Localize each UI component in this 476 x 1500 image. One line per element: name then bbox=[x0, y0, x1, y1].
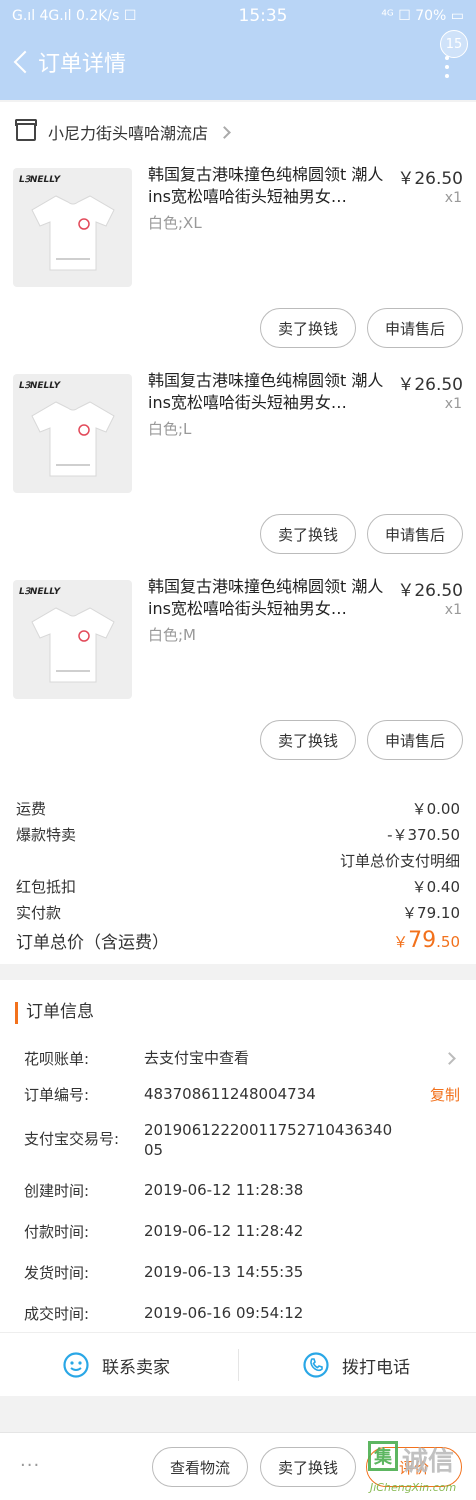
view-logistics-button[interactable]: 查看物流 bbox=[152, 1447, 248, 1487]
after-sales-button[interactable]: 申请售后 bbox=[367, 720, 463, 760]
shipped-time-value: 2019-06-13 14:55:35 bbox=[144, 1263, 304, 1281]
battery-indicator: ⁴ᴳ ☐ 70% ▭ bbox=[381, 8, 464, 24]
product-title[interactable]: 韩国复古港味撞色纯棉圆领t 潮人ins宽松嘻哈街头短袖男女… bbox=[148, 576, 384, 620]
paid-label: 实付款 bbox=[16, 904, 62, 922]
huabei-link[interactable]: 去支付宝中查看 bbox=[144, 1048, 394, 1068]
paid-time-value: 2019-06-12 11:28:42 bbox=[144, 1222, 304, 1240]
status-time: 15:35 bbox=[238, 6, 288, 26]
chevron-right-icon bbox=[443, 1052, 456, 1065]
more-menu-icon[interactable] bbox=[444, 56, 450, 78]
watermark-logo: 集 诚信 JiChengXin.com bbox=[368, 1441, 472, 1497]
total-decimal: .50 bbox=[436, 933, 460, 951]
product-sku: 白色;XL bbox=[148, 214, 202, 232]
total-integer: 79 bbox=[408, 928, 437, 953]
sell-button[interactable]: 卖了换钱 bbox=[260, 514, 356, 554]
nav-bar: 订单详情 15 bbox=[0, 30, 476, 92]
watermark-text: 诚信 bbox=[402, 1447, 455, 1477]
copy-button[interactable]: 复制 bbox=[430, 1084, 460, 1105]
tshirt-icon bbox=[30, 194, 115, 270]
product-sku: 白色;L bbox=[148, 420, 192, 438]
product-brand-label: ԼꞫNELLY bbox=[19, 175, 61, 185]
watermark-mark: 集 bbox=[368, 1441, 398, 1471]
shop-name: 小尼力街头嘻哈潮流店 bbox=[48, 124, 209, 143]
product-quantity: x1 bbox=[444, 396, 462, 412]
order-info-heading: 订单信息 bbox=[15, 1002, 94, 1024]
page-title: 订单详情 bbox=[38, 52, 127, 77]
alipay-trade-value: 20190612220011752710436340 05 bbox=[144, 1121, 393, 1159]
paid-time-label: 付款时间: bbox=[24, 1223, 90, 1241]
created-time-value: 2019-06-12 11:28:38 bbox=[144, 1181, 304, 1199]
message-badge[interactable]: 15 bbox=[440, 30, 468, 58]
sell-button[interactable]: 卖了换钱 bbox=[260, 1447, 356, 1487]
phone-icon bbox=[303, 1352, 329, 1378]
product-price: ￥26.50 bbox=[397, 375, 463, 395]
product-sku: 白色;M bbox=[148, 626, 196, 644]
payment-detail-link[interactable]: 订单总价支付明细 bbox=[340, 850, 460, 871]
shipping-value: ￥0.00 bbox=[411, 800, 460, 818]
total-label: 订单总价（含运费） bbox=[16, 933, 169, 953]
product-title[interactable]: 韩国复古港味撞色纯棉圆领t 潮人ins宽松嘻哈街头短袖男女… bbox=[148, 370, 384, 414]
product-quantity: x1 bbox=[444, 190, 462, 206]
call-button[interactable]: 拨打电话 bbox=[302, 1333, 410, 1397]
after-sales-button[interactable]: 申请售后 bbox=[367, 514, 463, 554]
watermark-url: JiChengXin.com bbox=[370, 1481, 457, 1494]
status-bar: G.ıl 4G.ıl 0.2K/s ☐ 15:35 ⁴ᴳ ☐ 70% ▭ bbox=[0, 0, 476, 32]
back-button[interactable] bbox=[4, 42, 38, 82]
divider bbox=[238, 1349, 239, 1381]
sell-button[interactable]: 卖了换钱 bbox=[260, 720, 356, 760]
product-image[interactable]: ԼꞫNELLY bbox=[13, 168, 132, 287]
product-brand-label: ԼꞫNELLY bbox=[19, 381, 61, 391]
total-currency: ￥ bbox=[393, 933, 409, 951]
back-arrow-icon bbox=[13, 50, 37, 74]
chevron-right-icon bbox=[218, 125, 231, 139]
tshirt-icon bbox=[30, 400, 115, 476]
app-header: G.ıl 4G.ıl 0.2K/s ☐ 15:35 ⁴ᴳ ☐ 70% ▭ 订单详… bbox=[0, 0, 476, 100]
signal-indicators: G.ıl 4G.ıl 0.2K/s ☐ bbox=[12, 8, 137, 24]
redpacket-label: 红包抵扣 bbox=[16, 878, 77, 896]
order-number-value: 483708611248004734 bbox=[144, 1085, 316, 1103]
sell-button[interactable]: 卖了换钱 bbox=[260, 308, 356, 348]
redpacket-value: ￥0.40 bbox=[411, 878, 460, 896]
contact-seller-button[interactable]: 联系卖家 bbox=[62, 1333, 170, 1397]
product-title[interactable]: 韩国复古港味撞色纯棉圆领t 潮人ins宽松嘻哈街头短袖男女… bbox=[148, 164, 384, 208]
total-value: ￥79.50 bbox=[393, 928, 460, 953]
tshirt-icon bbox=[30, 606, 115, 682]
more-actions-button[interactable]: ··· bbox=[20, 1455, 40, 1476]
shipped-time-label: 发货时间: bbox=[24, 1264, 90, 1282]
product-image[interactable]: ԼꞫNELLY bbox=[13, 374, 132, 493]
order-item[interactable]: ԼꞫNELLY 韩国复古港味撞色纯棉圆领t 潮人ins宽松嘻哈街头短袖男女… 白… bbox=[0, 162, 476, 368]
created-time-label: 创建时间: bbox=[24, 1182, 90, 1200]
contact-seller-label: 联系卖家 bbox=[102, 1357, 170, 1378]
call-label: 拨打电话 bbox=[342, 1357, 410, 1378]
shop-row[interactable]: 小尼力街头嘻哈潮流店 bbox=[0, 102, 476, 162]
product-image[interactable]: ԼꞫNELLY bbox=[13, 580, 132, 699]
order-item[interactable]: ԼꞫNELLY 韩国复古港味撞色纯棉圆领t 潮人ins宽松嘻哈街头短袖男女… 白… bbox=[0, 574, 476, 780]
promo-label: 爆款特卖 bbox=[16, 826, 77, 844]
product-price: ￥26.50 bbox=[397, 169, 463, 189]
product-price: ￥26.50 bbox=[397, 581, 463, 601]
order-info-card: 订单信息 花呗账单: 去支付宝中查看 订单编号: 483708611248004… bbox=[0, 980, 476, 1396]
huabei-label: 花呗账单: bbox=[24, 1050, 90, 1068]
shipping-label: 运费 bbox=[16, 800, 47, 818]
deal-time-value: 2019-06-16 09:54:12 bbox=[144, 1304, 304, 1322]
contact-bar: 联系卖家 拨打电话 bbox=[0, 1332, 476, 1396]
order-item[interactable]: ԼꞫNELLY 韩国复古港味撞色纯棉圆领t 潮人ins宽松嘻哈街头短袖男女… 白… bbox=[0, 368, 476, 574]
after-sales-button[interactable]: 申请售后 bbox=[367, 308, 463, 348]
chat-smile-icon bbox=[63, 1352, 89, 1378]
deal-time-label: 成交时间: bbox=[24, 1305, 90, 1323]
order-number-label: 订单编号: bbox=[24, 1086, 90, 1104]
order-items-card: 小尼力街头嘻哈潮流店 ԼꞫNELLY 韩国复古港味撞色纯棉圆领t 潮人ins宽松… bbox=[0, 102, 476, 964]
product-brand-label: ԼꞫNELLY bbox=[19, 587, 61, 597]
promo-value: -￥370.50 bbox=[387, 826, 460, 844]
store-icon bbox=[15, 119, 37, 141]
paid-value: ￥79.10 bbox=[402, 904, 460, 922]
bottom-action-bar: ··· 查看物流 卖了换钱 评价 集 诚信 JiChengXin.com bbox=[0, 1432, 476, 1500]
product-quantity: x1 bbox=[444, 602, 462, 618]
alipay-trade-label: 支付宝交易号: bbox=[24, 1130, 120, 1148]
